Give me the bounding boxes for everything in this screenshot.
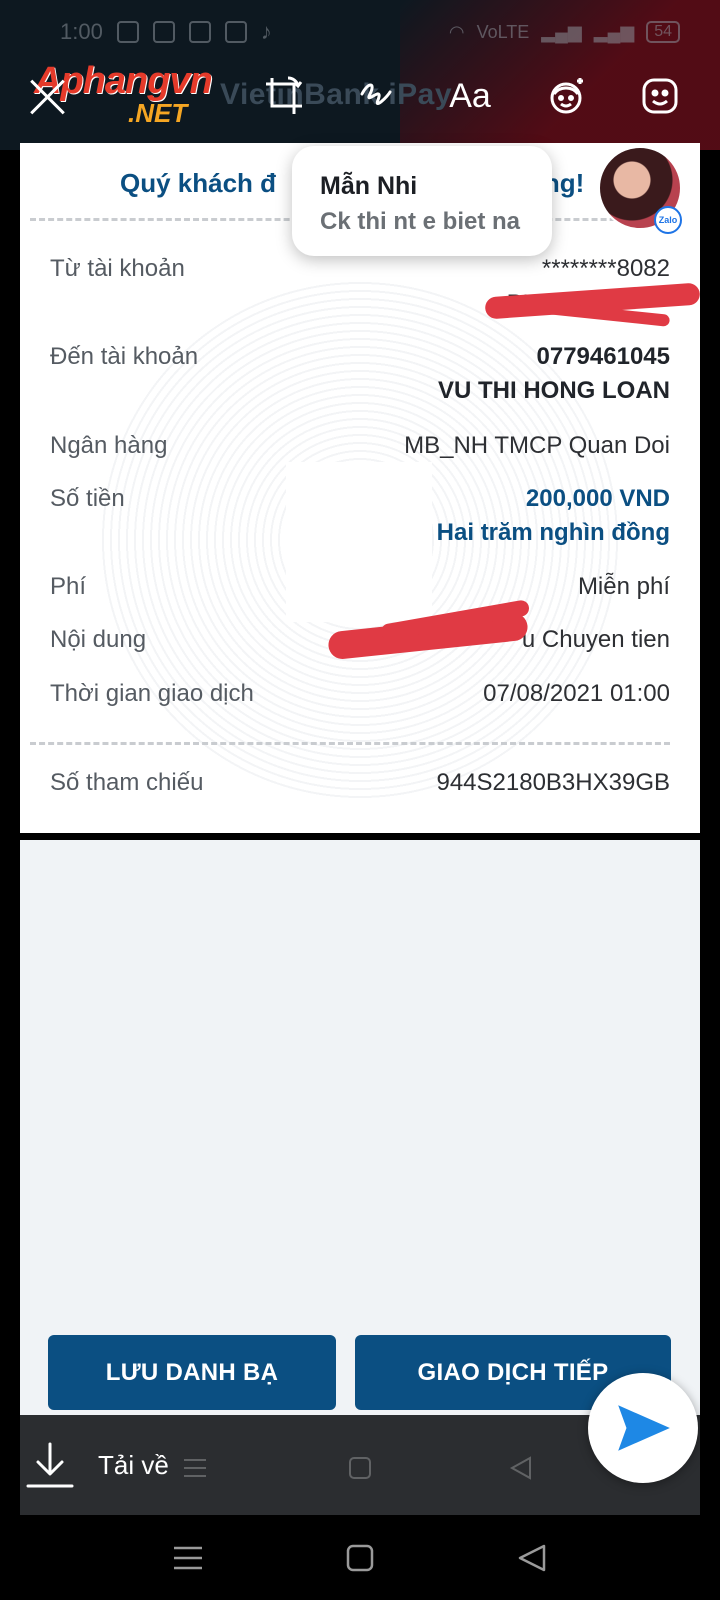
home-nav-icon[interactable] [342,1540,378,1576]
from-account-value: ********8082 [541,255,670,282]
send-button[interactable] [588,1373,698,1483]
to-account-label: Đến tài khoản [50,343,199,370]
content-value: u Chuyen tien [521,626,670,653]
text-tool-label: Aa [449,76,491,115]
status-bar: 1:00 ♪ ◠ VoLTE ▂▄▆ ▂▄▆ 54 [60,12,680,52]
save-contact-button[interactable]: LƯU DANH BẠ [48,1335,336,1410]
menu-nav-icon[interactable] [170,1540,206,1576]
to-account-name: VU THI HONG LOAN [438,377,670,404]
download-label[interactable]: Tải về [98,1450,169,1481]
sticker-icon[interactable] [636,72,684,120]
reference-label: Số tham chiếu [50,769,204,796]
watermark-suffix: .NET [128,98,188,128]
signal-icon-2: ▂▄▆ [593,21,635,42]
time-value: 07/08/2021 01:00 [483,680,670,707]
fee-label: Phí [50,573,87,600]
receipt-torn-edge [20,826,700,840]
page-background [20,840,700,1420]
chat-icon [116,21,139,43]
content-label: Nội dung [50,626,147,653]
face-filter-icon[interactable] [542,72,590,120]
amount-value: 200,000 VND [525,485,670,512]
back-nav-icon[interactable] [514,1540,550,1576]
text-icon[interactable]: Aa [446,72,494,120]
game-icon [152,21,175,43]
play-icon [188,21,211,43]
to-account-number: 0779461045 [536,343,670,370]
heading-start: Quý khách đ [120,168,277,198]
signal-icon: ▂▄▆ [541,21,582,42]
status-time: 1:00 [60,19,103,44]
bank-value: MB_NH TMCP Quan Doi [404,432,670,459]
reference-value: 944S2180B3HX39GB [436,769,670,796]
download-icon[interactable] [26,1440,74,1490]
fee-value: Miễn phí [577,573,670,600]
time-label: Thời gian giao dịch [50,680,254,707]
draw-icon[interactable] [352,72,400,120]
faint-back-icon [508,1455,534,1481]
notification-sender: Mẫn Nhi [320,172,418,200]
amount-label: Số tiền [50,485,125,512]
network-label: VoLTE [476,21,530,42]
youtube-icon [224,21,247,43]
wifi-icon: ◠ [448,21,465,42]
battery-icon: 54 [646,21,680,43]
bank-label: Ngân hàng [50,432,168,459]
close-icon[interactable] [28,76,68,116]
crop-rotate-icon[interactable] [260,72,308,120]
faint-home-icon [347,1455,373,1481]
notification-message: Ck thi nt e biet na [320,208,521,235]
from-account-label: Từ tài khoản [50,255,185,282]
background-app-title: VietinBank iPay [220,78,453,111]
faint-menu-icon [182,1455,208,1481]
chat-head-notification[interactable]: Mẫn Nhi Ck thi nt e biet na [292,146,552,256]
divider-2 [30,742,670,745]
send-icon [618,1405,670,1451]
amount-words: Hai trăm nghìn đồng [436,519,670,546]
pattern-center [286,462,432,622]
zalo-badge-icon: Zalo [654,206,682,234]
tiktok-icon: ♪ [260,19,272,44]
